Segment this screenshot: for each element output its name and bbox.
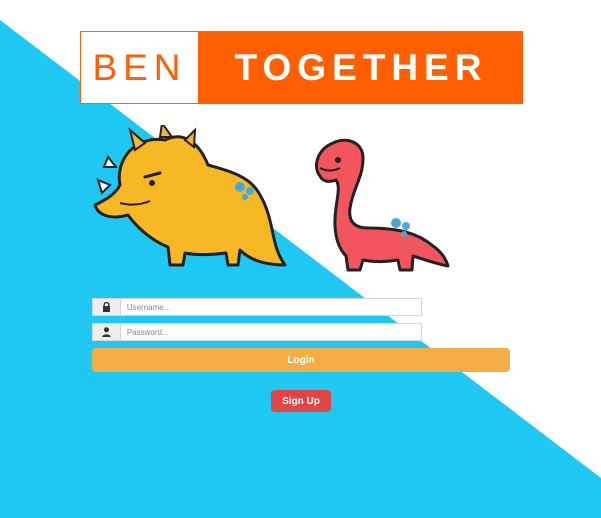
password-input[interactable] [120, 324, 421, 340]
ben-together-logo: BEN TOGETHER [80, 31, 523, 104]
signup-button[interactable]: Sign Up [271, 390, 331, 412]
username-field[interactable] [92, 298, 422, 316]
logo-ben-text: BEN [80, 31, 199, 104]
password-field[interactable] [92, 323, 422, 341]
user-icon [93, 324, 121, 340]
logo-together-text: TOGETHER [199, 31, 523, 104]
username-input[interactable] [120, 299, 421, 315]
brontosaurus-illustration [315, 138, 450, 272]
login-button[interactable]: Login [92, 348, 510, 372]
triceratops-illustration [93, 125, 287, 267]
lock-icon [93, 299, 121, 315]
